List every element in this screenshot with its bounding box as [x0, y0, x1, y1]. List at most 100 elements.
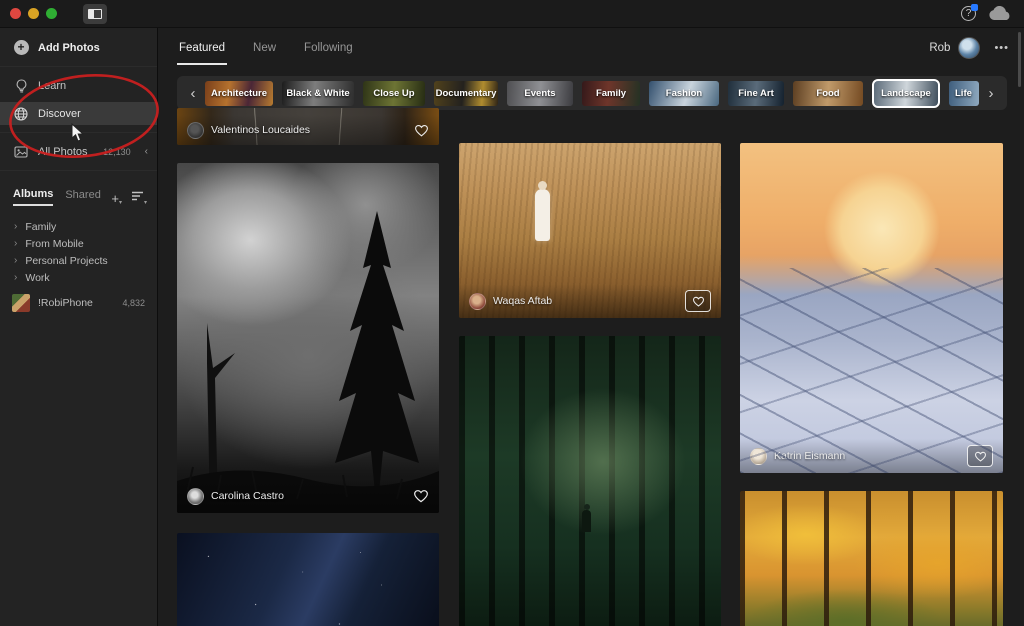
category-chip-food[interactable]: Food [793, 81, 863, 106]
photo-card-field[interactable]: Waqas Aftab [459, 143, 721, 318]
cloud-sync-button[interactable] [988, 6, 1012, 22]
photo-credit[interactable]: Valentinos Loucaides [211, 124, 310, 136]
zoom-window-button[interactable] [46, 8, 57, 19]
chevron-right-icon: › [14, 272, 17, 283]
heart-icon [974, 451, 987, 462]
folder-label: Work [25, 272, 49, 284]
photo-card-bw-trees[interactable]: Carolina Castro [177, 163, 439, 513]
category-chip-events[interactable]: Events [507, 81, 573, 106]
category-chip-black-white[interactable]: Black & White [282, 81, 354, 106]
minimize-window-button[interactable] [28, 8, 39, 19]
window-titlebar: ? [0, 0, 1024, 28]
category-chip-documentary[interactable]: Documentary [434, 81, 498, 106]
album-item-robiphone[interactable]: !RobiPhone 4,832 [0, 290, 157, 316]
like-heart-button[interactable] [967, 445, 993, 467]
plus-icon: + [14, 40, 29, 55]
add-album-button[interactable]: +▾ [111, 191, 122, 206]
sort-icon [132, 191, 144, 201]
avatar[interactable] [187, 122, 204, 139]
albums-header: Albums Shared +▾ ▾ [0, 178, 157, 212]
more-menu-button[interactable]: ••• [994, 42, 1009, 54]
photo-credit[interactable]: Katrin Eismann [774, 450, 845, 462]
avatar[interactable] [187, 488, 204, 505]
folder-label: Personal Projects [25, 255, 107, 267]
avatar[interactable] [750, 448, 767, 465]
album-folder-from-mobile[interactable]: › From Mobile [0, 235, 157, 252]
feed-tabs: Featured New Following [177, 31, 355, 65]
like-heart-icon[interactable] [413, 489, 429, 503]
chevron-right-icon: › [14, 221, 17, 232]
album-count: 4,832 [122, 298, 157, 308]
album-folder-personal-projects[interactable]: › Personal Projects [0, 252, 157, 269]
album-folder-work[interactable]: › Work [0, 269, 157, 286]
photos-icon [13, 146, 29, 158]
categories-next-button[interactable]: › [983, 85, 999, 102]
photo-card-sunset[interactable]: Katrin Eismann [740, 143, 1003, 473]
tab-shared[interactable]: Shared [65, 189, 100, 205]
album-thumbnail [12, 294, 30, 312]
like-heart-button[interactable] [685, 290, 711, 312]
all-photos-count: 12,130 [103, 147, 136, 157]
learn-label: Learn [38, 80, 66, 92]
photo-card-night-sky[interactable] [177, 533, 439, 626]
category-chip-architecture[interactable]: Architecture [205, 81, 273, 106]
pine-tree-silhouette [177, 163, 439, 513]
add-photos-label: Add Photos [38, 42, 100, 54]
album-label: !RobiPhone [38, 297, 93, 309]
lightbulb-icon [13, 79, 29, 93]
album-folder-family[interactable]: › Family [0, 218, 157, 235]
user-avatar[interactable] [958, 37, 980, 59]
photo-credit-bar: Waqas Aftab [459, 284, 721, 318]
close-window-button[interactable] [10, 8, 21, 19]
divider [0, 66, 157, 67]
category-chip-landscape-selected[interactable]: Landscape [872, 79, 940, 108]
all-photos-label: All Photos [38, 146, 88, 158]
folder-label: From Mobile [25, 238, 83, 250]
sidebar-item-discover[interactable]: Discover [0, 102, 157, 125]
sidebar: + Add Photos Learn Discover All Photos 1… [0, 28, 158, 626]
traffic-lights [10, 8, 57, 19]
sidebar-item-all-photos[interactable]: All Photos 12,130 ‹ [0, 140, 157, 163]
category-chip-fashion[interactable]: Fashion [649, 81, 719, 106]
photo-credit-bar: Katrin Eismann [740, 439, 1003, 473]
user-name: Rob [929, 42, 950, 54]
photo-credit-bar: Valentinos Loucaides [177, 115, 439, 145]
category-bar: ‹ Architecture Black & White Close Up Do… [177, 76, 1007, 110]
person-figure [535, 189, 550, 241]
sidebar-item-learn[interactable]: Learn [0, 74, 157, 97]
tab-featured[interactable]: Featured [177, 31, 227, 65]
photo-credit[interactable]: Waqas Aftab [493, 295, 552, 307]
help-button[interactable]: ? [961, 6, 976, 21]
person-figure [582, 510, 591, 532]
photo-card-autumn-forest[interactable] [740, 491, 1003, 626]
tab-albums[interactable]: Albums [13, 188, 53, 206]
avatar[interactable] [469, 293, 486, 310]
category-chips: Architecture Black & White Close Up Docu… [205, 79, 979, 108]
divider [0, 132, 157, 133]
photo-card-forest[interactable] [459, 336, 721, 626]
scrollbar-thumb[interactable] [1018, 32, 1021, 87]
categories-prev-button[interactable]: ‹ [185, 85, 201, 102]
add-photos-button[interactable]: + Add Photos [0, 36, 157, 59]
chevron-right-icon: › [14, 255, 17, 266]
cloud-icon [988, 6, 1012, 22]
discover-label: Discover [38, 108, 81, 120]
photo-card-road[interactable]: Valentinos Loucaides [177, 108, 439, 145]
collapse-panel-chevron[interactable]: ‹ [145, 146, 157, 157]
category-chip-life[interactable]: Life [949, 81, 979, 106]
globe-icon [13, 107, 29, 121]
divider [0, 170, 157, 171]
photo-credit[interactable]: Carolina Castro [211, 490, 284, 502]
sidebar-toggle-button[interactable] [83, 4, 107, 24]
sort-albums-button[interactable]: ▾ [132, 188, 147, 206]
category-chip-fine-art[interactable]: Fine Art [728, 81, 784, 106]
photo-credit-bar: Carolina Castro [177, 479, 439, 513]
folder-label: Family [25, 221, 56, 233]
like-heart-icon[interactable] [414, 124, 429, 137]
tab-new[interactable]: New [251, 31, 278, 65]
category-chip-family[interactable]: Family [582, 81, 640, 106]
tab-following[interactable]: Following [302, 31, 355, 65]
main-content: Featured New Following Rob ••• ‹ Archite… [158, 28, 1023, 626]
heart-icon [692, 296, 705, 307]
category-chip-close-up[interactable]: Close Up [363, 81, 425, 106]
